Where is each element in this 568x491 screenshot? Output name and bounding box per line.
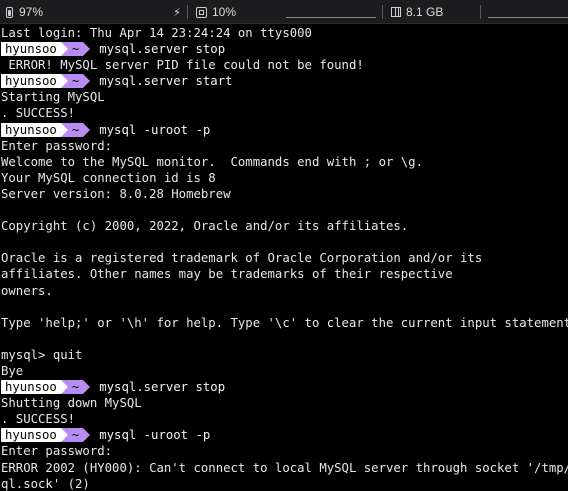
prompt-command: mysql.server stop [99, 380, 226, 395]
memory-icon [391, 7, 401, 17]
battery-percent: 97% [19, 5, 44, 19]
status-separator [382, 5, 383, 19]
memory-status: 8.1 GB [391, 0, 443, 24]
output-line: Type 'help;' or '\h' for help. Type '\c'… [1, 315, 568, 330]
prompt-user: hyunsoo [1, 74, 61, 89]
prompt-line: hyunsoo ~ mysql.server stop [1, 41, 568, 57]
memory-graph [488, 17, 568, 18]
prompt-dir: ~ [67, 42, 84, 57]
prompt-line: hyunsoo ~ mysql.server start [1, 73, 568, 89]
prompt-command: mysql.server stop [99, 42, 226, 57]
prompt-user: hyunsoo [1, 428, 61, 443]
cpu-status: 10% [196, 0, 236, 24]
prompt-command: mysql -uroot -p [99, 122, 211, 137]
battery-icon [6, 6, 13, 18]
status-separator [480, 5, 481, 19]
output-line: ERROR 2002 (HY000): Can't connect to loc… [1, 460, 568, 475]
output-line: Copyright (c) 2000, 2022, Oracle and/or … [1, 219, 409, 234]
prompt-user: hyunsoo [1, 122, 61, 137]
output-line: Bye [1, 363, 24, 378]
output-line: mysql> quit [1, 347, 83, 362]
cpu-percent: 10% [212, 5, 237, 19]
prompt-arrow-icon [83, 380, 91, 395]
prompt-arrow-icon [83, 428, 91, 443]
output-line: Last login: Thu Apr 14 23:24:24 on ttys0… [1, 26, 312, 40]
prompt-arrow-icon [83, 42, 91, 57]
bolt-icon: ⚡ [173, 6, 181, 19]
prompt-user: hyunsoo [1, 380, 61, 395]
output-line: ERROR! MySQL server PID file could not b… [1, 58, 364, 73]
prompt-arrow-icon [60, 74, 68, 89]
output-line: Server version: 8.0.28 Homebrew [1, 186, 231, 201]
cpu-graph [286, 17, 376, 18]
output-line: Welcome to the MySQL monitor. Commands e… [1, 154, 423, 169]
prompt-arrow-icon [60, 428, 68, 443]
prompt-line: hyunsoo ~ mysql -uroot -p [1, 122, 568, 138]
output-line: Oracle is a registered trademark of Orac… [1, 251, 483, 266]
output-line: Enter password: [1, 138, 113, 153]
memory-usage: 8.1 GB [406, 5, 444, 19]
prompt-arrow-icon [83, 122, 91, 137]
terminal-output[interactable]: Last login: Thu Apr 14 23:24:24 on ttys0… [0, 25, 568, 491]
output-line: Your MySQL connection id is 8 [1, 170, 216, 185]
prompt-command: mysql -uroot -p [99, 428, 211, 443]
output-line: . SUCCESS! [1, 412, 76, 427]
output-line: owners. [1, 283, 53, 298]
prompt-arrow-icon [60, 122, 68, 137]
prompt-dir: ~ [67, 380, 84, 395]
prompt-user: hyunsoo [1, 42, 61, 57]
output-line: Shutting down MySQL [1, 396, 142, 411]
prompt-line: hyunsoo ~ mysql -uroot -p [1, 427, 568, 443]
status-separator [187, 5, 188, 19]
status-bar: 97% ⚡ 10% 8.1 GB [0, 0, 568, 24]
prompt-dir: ~ [67, 428, 84, 443]
output-line: affiliates. Other names may be trademark… [1, 267, 453, 282]
prompt-dir: ~ [67, 122, 84, 137]
prompt-dir: ~ [67, 74, 84, 89]
prompt-command: mysql.server start [99, 74, 233, 89]
charging-status: ⚡ [172, 0, 182, 24]
output-line: . SUCCESS! [1, 106, 76, 121]
output-line: Enter password: [1, 444, 113, 459]
output-line: ql.sock' (2) [1, 476, 90, 491]
battery-status: 97% [6, 0, 43, 24]
prompt-arrow-icon [60, 380, 68, 395]
prompt-arrow-icon [83, 74, 91, 89]
cpu-icon [196, 6, 207, 18]
prompt-line: hyunsoo ~ mysql.server stop [1, 379, 568, 395]
prompt-arrow-icon [60, 42, 68, 57]
output-line: Starting MySQL [1, 90, 105, 105]
